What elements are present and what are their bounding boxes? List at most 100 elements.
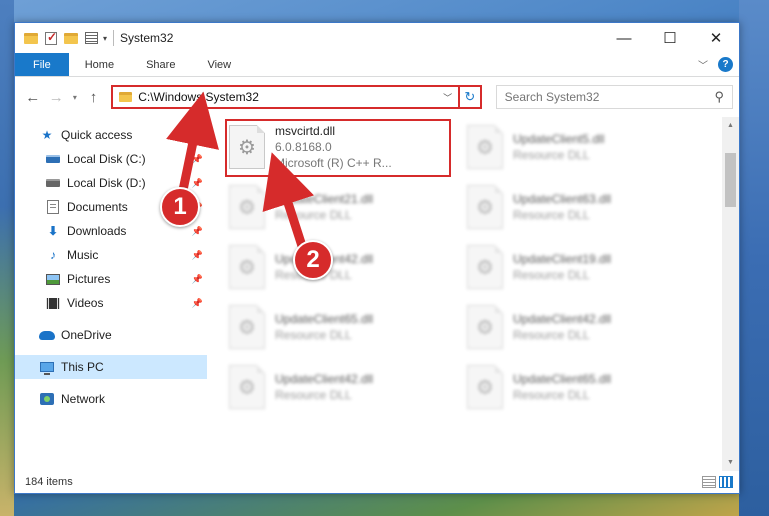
scroll-up-icon[interactable]: ▲ xyxy=(722,117,739,134)
network-icon xyxy=(39,391,55,407)
customize-toolbar-chevron-icon[interactable]: ▾ xyxy=(103,34,107,43)
file-item[interactable]: ⚙ UpdateClient42.dll Resource DLL xyxy=(461,299,683,355)
nav-onedrive[interactable]: OneDrive xyxy=(15,323,207,347)
minimize-button[interactable]: — xyxy=(601,23,647,53)
nav-this-pc[interactable]: This PC xyxy=(15,355,207,379)
pin-icon[interactable]: 📌 xyxy=(192,274,203,285)
title-separator xyxy=(113,30,115,46)
pin-icon[interactable]: 📌 xyxy=(192,226,203,237)
music-icon: ♪ xyxy=(50,248,56,262)
tab-home[interactable]: Home xyxy=(69,53,130,76)
dll-gear-icon: ⚙ xyxy=(229,365,265,409)
dll-gear-icon: ⚙ xyxy=(229,185,265,229)
folder-icon xyxy=(119,92,133,102)
file-item[interactable]: ⚙ UpdateClient19.dll Resource DLL xyxy=(461,239,683,295)
nav-pictures[interactable]: Pictures 📌 xyxy=(15,267,207,291)
window-title: System32 xyxy=(120,31,174,45)
item-count: 184 items xyxy=(25,476,73,488)
nav-label: Documents xyxy=(67,200,128,214)
file-highlight-box xyxy=(225,119,451,177)
address-bar[interactable]: C:\Windows\System32 ﹀ xyxy=(111,85,461,109)
documents-icon xyxy=(45,199,61,215)
computer-icon xyxy=(39,359,55,375)
dll-gear-icon: ⚙ xyxy=(229,305,265,349)
pin-icon[interactable]: 📌 xyxy=(192,250,203,261)
search-input[interactable] xyxy=(504,90,715,104)
recent-locations-chevron-icon[interactable]: ▾ xyxy=(68,93,82,102)
scroll-down-icon[interactable]: ▼ xyxy=(722,454,739,471)
address-path: C:\Windows\System32 xyxy=(138,90,259,104)
back-arrow-icon[interactable]: ← xyxy=(21,89,45,106)
nav-label: Local Disk (C:) xyxy=(67,152,146,166)
callout-badge-2: 2 xyxy=(293,240,333,280)
file-desc: Resource DLL xyxy=(513,388,590,402)
desktop-background-left xyxy=(0,0,14,516)
file-desc: Resource DLL xyxy=(275,328,352,342)
dll-gear-icon: ⚙ xyxy=(467,365,503,409)
refresh-button[interactable]: ↻ xyxy=(460,85,482,109)
ribbon-tabs: File Home Share View ﹀ ? xyxy=(15,53,739,77)
nav-label: Network xyxy=(61,392,106,406)
nav-quick-access[interactable]: ★ Quick access xyxy=(15,123,207,147)
file-item[interactable]: ⚙ UpdateClient21.dll Resource DLL xyxy=(223,179,445,235)
file-desc: Resource DLL xyxy=(513,268,590,282)
new-folder-icon[interactable] xyxy=(63,30,79,46)
details-view-icon[interactable] xyxy=(702,476,716,488)
file-name: UpdateClient21.dll xyxy=(275,192,374,206)
nav-label: Music xyxy=(67,248,99,262)
maximize-button[interactable]: ☐ xyxy=(647,23,693,53)
up-arrow-icon[interactable]: ↑ xyxy=(82,89,106,106)
nav-videos[interactable]: Videos 📌 xyxy=(15,291,207,315)
refresh-icon: ↻ xyxy=(464,89,476,104)
search-box[interactable]: ⚲ xyxy=(495,85,733,109)
nav-network[interactable]: Network xyxy=(15,387,207,411)
tab-file[interactable]: File xyxy=(15,53,69,76)
drive-icon xyxy=(45,151,61,167)
ribbon-right: ﹀ ? xyxy=(698,53,739,76)
file-desc: Resource DLL xyxy=(275,388,352,402)
vertical-scrollbar[interactable]: ▲ ▼ xyxy=(722,117,739,471)
dll-gear-icon: ⚙ xyxy=(467,125,503,169)
dll-gear-icon: ⚙ xyxy=(467,305,503,349)
file-list: ⚙ msvcirtd.dll 6.0.8168.0 Microsoft (R) … xyxy=(207,117,739,471)
file-name: UpdateClient65.dll xyxy=(275,312,374,326)
quick-access-toolbar: ▾ xyxy=(15,30,107,46)
file-item[interactable]: ⚙ UpdateClient42.dll Resource DLL xyxy=(223,239,445,295)
nav-label: Pictures xyxy=(67,272,111,286)
file-desc: Resource DLL xyxy=(513,208,590,222)
help-icon[interactable]: ? xyxy=(718,57,733,72)
pin-icon[interactable]: 📌 xyxy=(192,154,203,165)
videos-icon xyxy=(45,295,61,311)
file-explorer-window: ▾ System32 — ☐ ✕ File Home Share View ﹀ … xyxy=(14,22,740,494)
nav-local-disk-c[interactable]: Local Disk (C:) 📌 xyxy=(15,147,207,171)
properties-check-icon[interactable] xyxy=(43,30,59,46)
dll-gear-icon: ⚙ xyxy=(467,185,503,229)
scroll-thumb[interactable] xyxy=(725,153,736,207)
pictures-icon xyxy=(45,271,61,287)
address-dropdown-chevron-icon[interactable]: ﹀ xyxy=(443,91,452,104)
navigation-row: ← → ▾ ↑ C:\Windows\System32 ﹀ ↻ ⚲ xyxy=(15,77,739,117)
close-button[interactable]: ✕ xyxy=(693,23,739,53)
pin-icon[interactable]: 📌 xyxy=(192,178,203,189)
pin-icon[interactable]: 📌 xyxy=(192,298,203,309)
nav-label: Quick access xyxy=(61,128,133,142)
file-name: UpdateClient5.dll xyxy=(513,132,605,146)
dll-gear-icon: ⚙ xyxy=(229,245,265,289)
callout-badge-1: 1 xyxy=(160,187,200,227)
file-item[interactable]: ⚙ UpdateClient42.dll Resource DLL xyxy=(223,359,445,415)
properties-icon[interactable] xyxy=(83,30,99,46)
file-item[interactable]: ⚙ UpdateClient5.dll Resource DLL xyxy=(461,119,683,175)
navigation-pane: ★ Quick access Local Disk (C:) 📌 Local D… xyxy=(15,117,207,471)
file-item[interactable]: ⚙ UpdateClient65.dll Resource DLL xyxy=(461,359,683,415)
nav-music[interactable]: ♪ Music 📌 xyxy=(15,243,207,267)
tab-share[interactable]: Share xyxy=(130,53,191,76)
tab-view[interactable]: View xyxy=(191,53,247,76)
window-controls: — ☐ ✕ xyxy=(601,23,739,53)
tiles-view-icon[interactable] xyxy=(719,476,733,488)
file-item[interactable]: ⚙ UpdateClient63.dll Resource DLL xyxy=(461,179,683,235)
file-item[interactable]: ⚙ UpdateClient65.dll Resource DLL xyxy=(223,299,445,355)
file-name: UpdateClient42.dll xyxy=(513,312,612,326)
forward-arrow-icon[interactable]: → xyxy=(45,89,69,106)
downloads-icon: ⬇ xyxy=(47,224,59,238)
chevron-down-icon[interactable]: ﹀ xyxy=(698,57,708,72)
